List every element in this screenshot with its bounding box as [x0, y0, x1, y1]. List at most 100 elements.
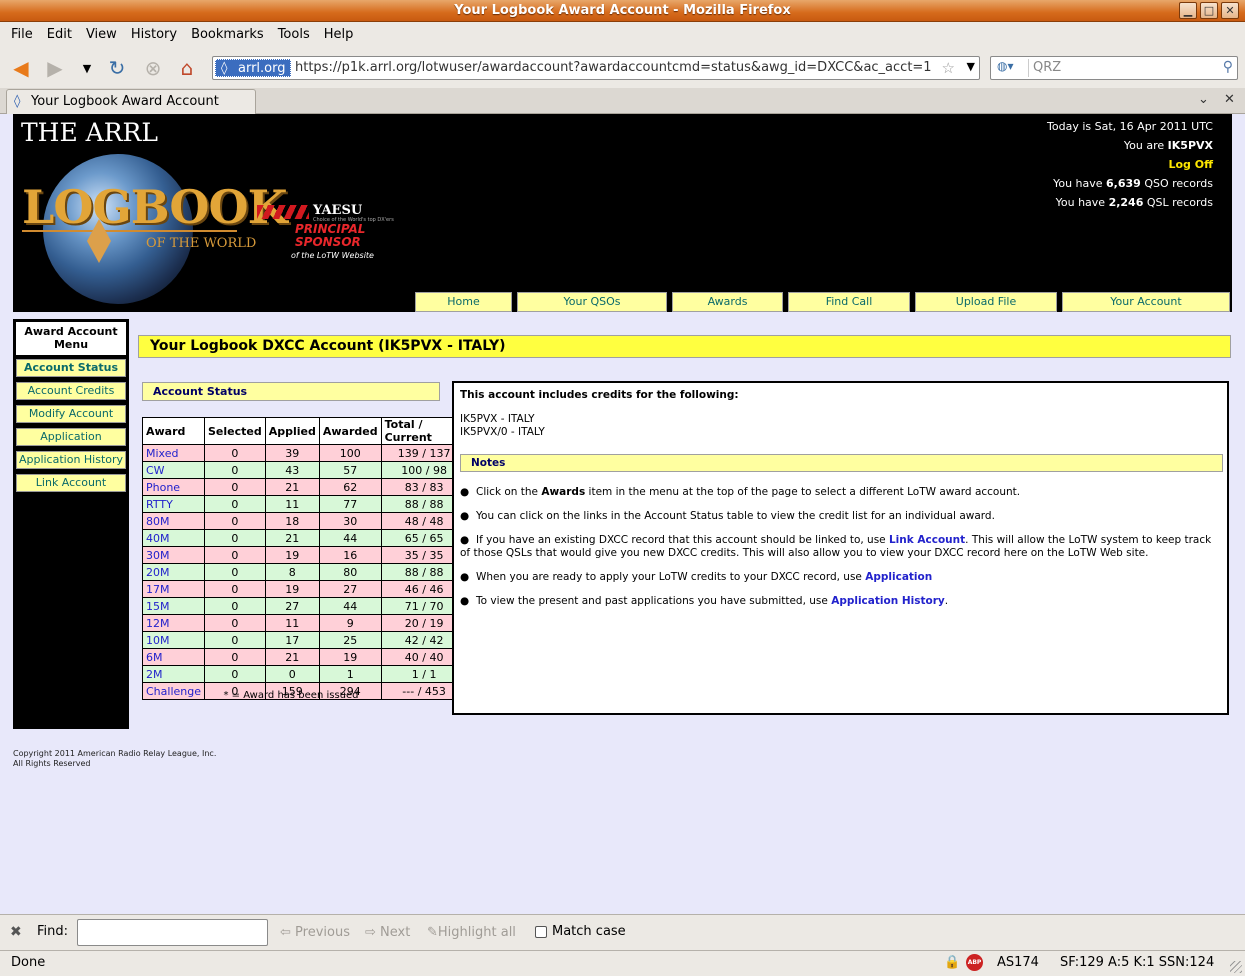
link-account-link[interactable]: Link Account — [889, 534, 965, 546]
url-text[interactable]: https://p1k.arrl.org/lotwuser/awardaccou… — [295, 60, 932, 75]
close-findbar-icon[interactable]: ✖ — [10, 924, 22, 940]
table-cell: 19 — [264, 546, 320, 564]
adblock-icon[interactable]: ABP — [966, 954, 983, 971]
award-link[interactable]: 17M — [146, 583, 170, 596]
search-icon[interactable]: ⚲ — [1223, 59, 1233, 75]
table-cell: 39 — [264, 444, 320, 462]
find-next-button[interactable]: ⇨ Next — [365, 925, 410, 940]
award-link[interactable]: 2M — [146, 668, 163, 681]
nav-upload-file[interactable]: Upload File — [915, 292, 1057, 312]
match-case-checkbox[interactable] — [535, 926, 547, 938]
bullet-icon: ● — [460, 595, 470, 607]
menu-account-status[interactable]: Account Status — [16, 359, 126, 377]
menu-help[interactable]: Help — [317, 23, 361, 47]
menu-modify-account[interactable]: Modify Account — [16, 405, 126, 423]
stop-icon[interactable]: ⊗ — [140, 55, 166, 81]
highlight-all-button[interactable]: ✎Highlight all — [427, 925, 516, 940]
menu-view[interactable]: View — [79, 23, 124, 47]
search-engine-icon[interactable]: ◍▾ — [993, 59, 1029, 77]
maximize-button[interactable]: □ — [1200, 2, 1218, 19]
table-row: 30M 0 19 16 35 / 35 — [142, 546, 468, 564]
minimize-button[interactable]: ▁ — [1179, 2, 1197, 19]
menu-history[interactable]: History — [124, 23, 184, 47]
close-tab-icon[interactable]: ✕ — [1224, 92, 1235, 107]
qso-prefix: You have — [1053, 177, 1107, 190]
award-cell: RTTY — [142, 495, 205, 513]
tab-bar: ◊ Your Logbook Award Account ⌄ ✕ — [0, 88, 1245, 114]
nav-your-account[interactable]: Your Account — [1062, 292, 1230, 312]
table-cell: 0 — [204, 529, 266, 547]
award-link[interactable]: 15M — [146, 600, 170, 613]
list-tabs-icon[interactable]: ⌄ — [1198, 92, 1209, 107]
menu-edit[interactable]: Edit — [40, 23, 79, 47]
status-bar: Done 🔒 ABP AS174 SF:129 A:5 K:1 SSN:124 — [0, 950, 1245, 976]
reload-icon[interactable]: ↻ — [104, 55, 130, 81]
award-link[interactable]: Phone — [146, 481, 180, 494]
menu-application[interactable]: Application — [16, 428, 126, 446]
menu-bookmarks[interactable]: Bookmarks — [184, 23, 271, 47]
copyright-line: Copyright 2011 American Radio Relay Leag… — [13, 749, 217, 758]
award-link[interactable]: 20M — [146, 566, 170, 579]
award-link[interactable]: 80M — [146, 515, 170, 528]
forward-arrow-icon[interactable]: ▶ — [42, 55, 68, 81]
table-row: 2M 0 0 1 1 / 1 — [142, 665, 468, 683]
history-dropdown-icon[interactable]: ▼ — [74, 55, 100, 81]
back-arrow-icon[interactable]: ◀ — [8, 55, 34, 81]
note-text: item in the menu at the top of the page … — [585, 486, 1021, 498]
award-link[interactable]: 12M — [146, 617, 170, 630]
yaesu-stripes-icon — [257, 205, 309, 219]
award-link[interactable]: RTTY — [146, 498, 173, 511]
table-cell: 0 — [204, 631, 266, 649]
nav-your-qsos[interactable]: Your QSOs — [517, 292, 667, 312]
award-cell: 30M — [142, 546, 205, 564]
nav-home[interactable]: Home — [415, 292, 512, 312]
site-identity-button[interactable]: ◊ arrl.org — [215, 59, 291, 77]
highlighter-icon: ✎ — [427, 925, 438, 940]
url-dropdown-icon[interactable]: ▼ — [967, 60, 975, 73]
award-link[interactable]: 6M — [146, 651, 163, 664]
you-are-prefix: You are — [1123, 139, 1168, 152]
table-row: 10M 0 17 25 42 / 42 — [142, 631, 468, 649]
search-bar[interactable]: ◍▾ QRZ ⚲ — [990, 56, 1238, 80]
note-item: ● Click on the Awards item in the menu at… — [460, 486, 1220, 499]
window-title: Your Logbook Award Account - Mozilla Fir… — [454, 3, 791, 18]
menu-application-history[interactable]: Application History — [16, 451, 126, 469]
award-link[interactable]: 10M — [146, 634, 170, 647]
note-text: Click on the — [476, 486, 542, 498]
lotw-logo[interactable]: THE ARRL LOGBOOK OF THE WORLD YAESU Choi… — [13, 114, 413, 312]
nav-find-call[interactable]: Find Call — [788, 292, 910, 312]
find-input[interactable] — [77, 919, 268, 946]
close-window-button[interactable]: ✕ — [1221, 2, 1239, 19]
table-cell: 18 — [264, 512, 320, 530]
table-row: Mixed 0 39 100 139 / 137 — [142, 444, 468, 462]
menu-tools[interactable]: Tools — [271, 23, 317, 47]
menu-account-credits[interactable]: Account Credits — [16, 382, 126, 400]
table-cell: 19 — [264, 580, 320, 598]
tab-award-account[interactable]: ◊ Your Logbook Award Account — [6, 89, 256, 114]
award-link[interactable]: Mixed — [146, 447, 178, 460]
application-link[interactable]: Application — [865, 571, 932, 583]
resize-grip-icon[interactable] — [1230, 961, 1242, 973]
award-account-menu: Award Account Menu Account Status Accoun… — [13, 319, 129, 729]
bullet-icon: ● — [460, 510, 470, 522]
find-previous-button[interactable]: ⇦ Previous — [280, 925, 350, 940]
search-input[interactable]: QRZ — [1033, 60, 1061, 75]
home-icon[interactable]: ⌂ — [174, 55, 200, 81]
solar-data: SF:129 A:5 K:1 SSN:124 — [1060, 955, 1215, 970]
sponsor-logo[interactable]: YAESU Choice of the World's top DX'ers P… — [255, 199, 395, 269]
find-bar: ✖ Find: ⇦ Previous ⇨ Next ✎Highlight all… — [0, 914, 1245, 950]
lock-icon[interactable]: 🔒 — [944, 955, 960, 970]
logoff-link[interactable]: Log Off — [1047, 155, 1213, 174]
table-cell: 0 — [204, 512, 266, 530]
award-link[interactable]: 30M — [146, 549, 170, 562]
application-history-link[interactable]: Application History — [831, 595, 945, 607]
menu-link-account[interactable]: Link Account — [16, 474, 126, 492]
nav-awards[interactable]: Awards — [672, 292, 783, 312]
url-bar[interactable]: ◊ arrl.org https://p1k.arrl.org/lotwuser… — [212, 56, 980, 80]
bookmark-star-icon[interactable]: ☆ — [942, 59, 955, 77]
award-link[interactable]: 40M — [146, 532, 170, 545]
award-link[interactable]: CW — [146, 464, 165, 477]
user-info: Today is Sat, 16 Apr 2011 UTC You are IK… — [1047, 117, 1213, 212]
menu-file[interactable]: File — [4, 23, 40, 47]
match-case-label[interactable]: Match case — [552, 924, 626, 939]
